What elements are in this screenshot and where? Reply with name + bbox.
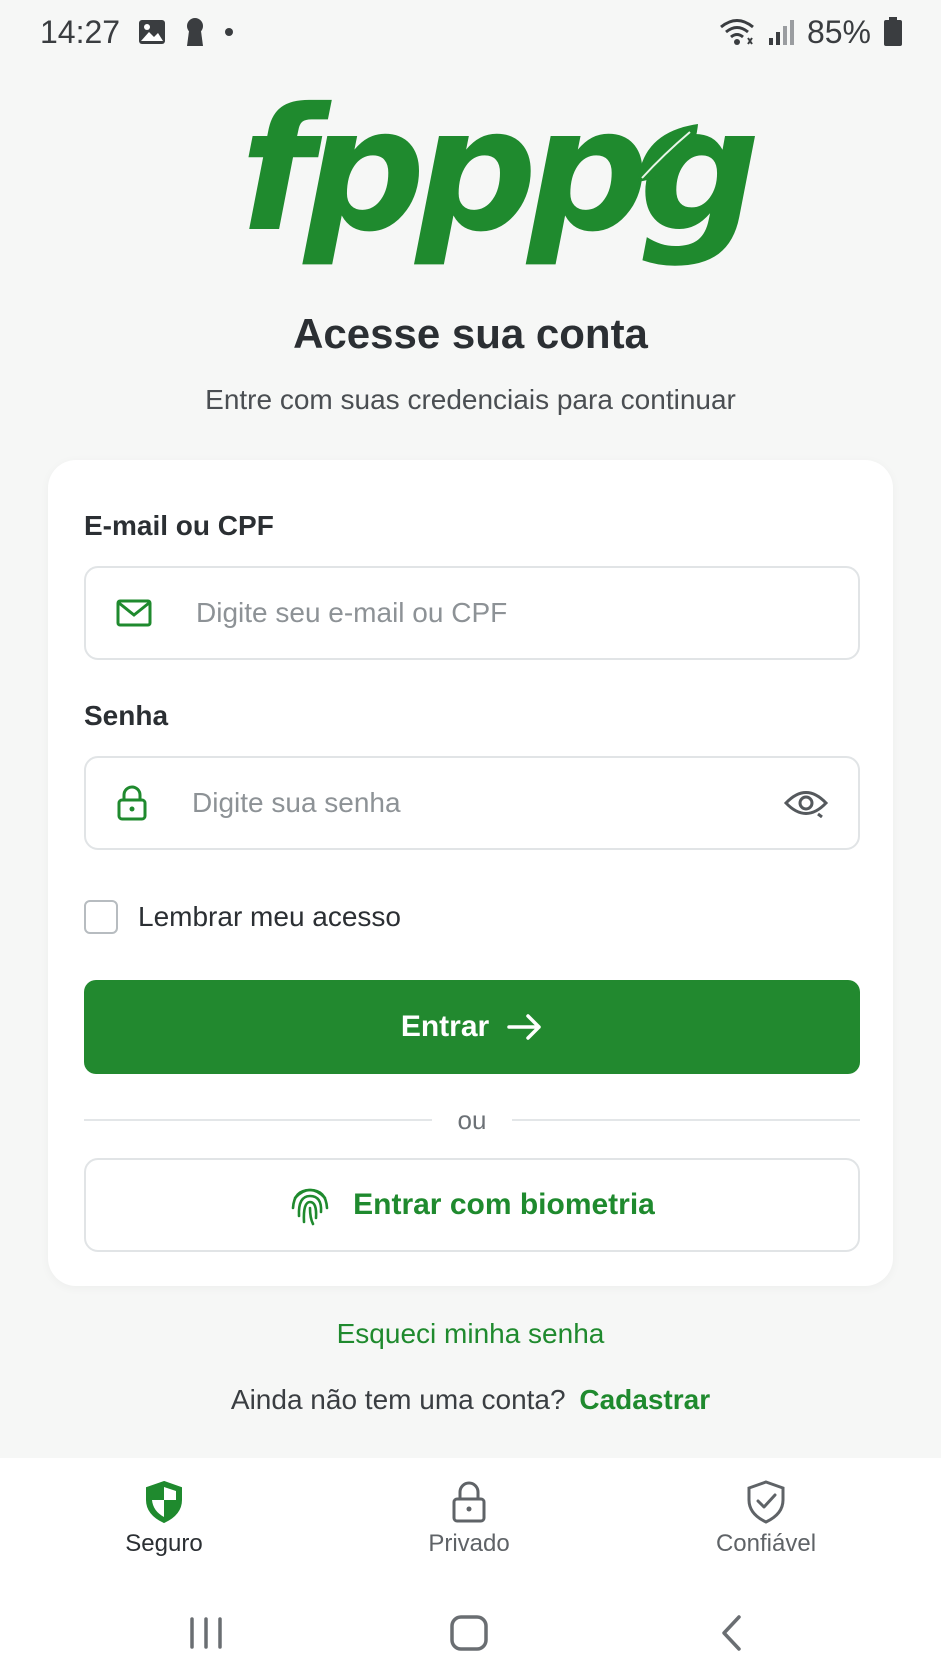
keyhole-icon — [184, 17, 206, 47]
forgot-password-link[interactable]: Esqueci minha senha — [0, 1318, 941, 1350]
biometric-login-button[interactable]: Entrar com biometria — [84, 1158, 860, 1252]
trust-item-trusted-label: Confiável — [715, 1530, 817, 1557]
remember-me-toggle[interactable]: Lembrar meu acesso — [84, 900, 401, 934]
signal-icon — [767, 18, 795, 46]
lock-icon — [451, 1480, 487, 1524]
wifi-icon — [719, 18, 755, 46]
remember-me-checkbox[interactable] — [84, 900, 118, 934]
page-title: Acesse sua conta — [293, 310, 648, 357]
trust-item-private: Privado — [369, 1480, 569, 1558]
login-card: E-mail ou CPF Senha Lembrar meu acesso E… — [48, 460, 893, 1286]
login-button[interactable]: Entrar — [84, 980, 860, 1074]
page-subtitle: Entre com suas credenciais para continua… — [205, 384, 736, 415]
status-time: 14:27 — [40, 13, 121, 50]
show-password-icon[interactable] — [784, 788, 828, 818]
trust-item-private-label: Privado — [428, 1530, 510, 1557]
biometric-login-label: Entrar com biometria — [353, 1188, 655, 1221]
bottom-bar: Seguro Privado Confiável — [0, 1458, 941, 1672]
shield-icon — [144, 1480, 184, 1524]
brand-logo: fpppg — [240, 72, 761, 280]
status-right: 85% — [719, 14, 903, 51]
recent-apps-icon[interactable] — [166, 1608, 246, 1658]
arrow-right-icon — [507, 1013, 543, 1041]
gallery-icon — [138, 19, 166, 45]
email-field[interactable] — [84, 566, 860, 660]
fingerprint-icon — [289, 1182, 331, 1228]
trust-item-secure-label: Seguro — [125, 1530, 203, 1557]
notification-dot-icon — [224, 27, 234, 37]
lock-icon — [116, 785, 148, 821]
trust-item-secure: Seguro — [64, 1480, 264, 1558]
remember-me-label: Lembrar meu acesso — [138, 901, 402, 932]
mail-icon — [116, 598, 152, 628]
login-button-label: Entrar — [400, 1010, 490, 1043]
battery-icon — [883, 17, 903, 47]
divider-line-left — [84, 1119, 432, 1121]
email-label: E-mail ou CPF — [84, 510, 274, 541]
email-input[interactable] — [196, 597, 828, 629]
shield-check-icon — [746, 1480, 786, 1524]
signup-prompt: Ainda não tem uma conta? — [230, 1384, 566, 1415]
system-nav-bar — [0, 1590, 941, 1670]
status-bar: 14:27 85% — [0, 0, 941, 64]
battery-percent: 85% — [806, 13, 871, 50]
leaf-icon — [638, 124, 698, 182]
back-icon[interactable] — [692, 1608, 772, 1658]
password-label: Senha — [84, 700, 169, 731]
trust-item-trusted: Confiável — [666, 1480, 866, 1558]
password-input[interactable] — [192, 787, 784, 819]
signup-row: Ainda não tem uma conta? Cadastrar — [0, 1384, 941, 1416]
divider-text: ou — [457, 1104, 487, 1135]
password-field[interactable] — [84, 756, 860, 850]
home-icon[interactable] — [429, 1608, 509, 1658]
signup-link[interactable]: Cadastrar — [579, 1384, 710, 1415]
divider-line-right — [512, 1119, 861, 1121]
status-left: 14:27 — [40, 14, 234, 51]
or-divider: ou — [84, 1100, 861, 1140]
